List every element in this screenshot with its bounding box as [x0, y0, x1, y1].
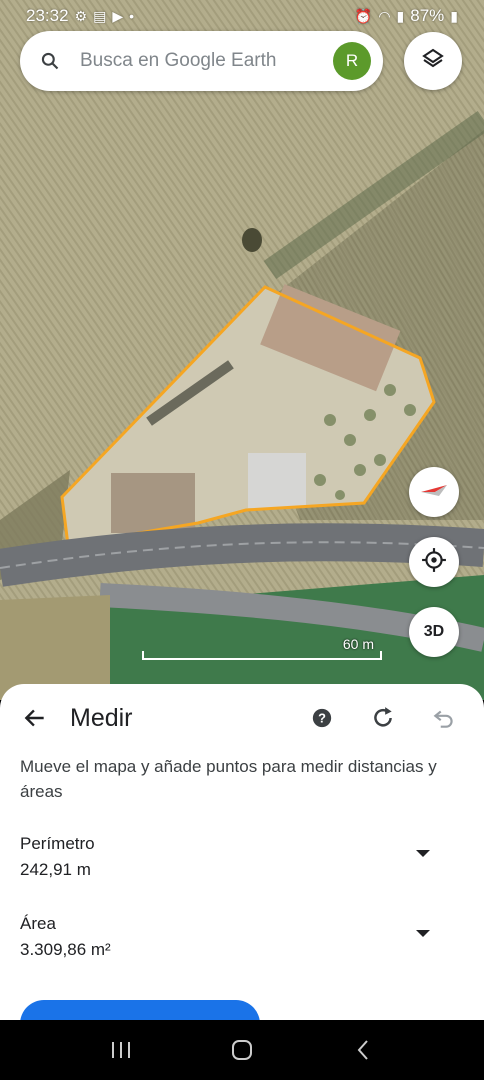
dot-icon: • [129, 8, 135, 24]
search-bar[interactable]: Busca en Google Earth R [20, 31, 383, 91]
home-button[interactable] [222, 1030, 262, 1070]
navigation-bar [0, 1020, 484, 1080]
redo-button[interactable] [363, 698, 403, 738]
compass-icon [419, 480, 449, 505]
youtube-icon: ▶ [112, 7, 124, 24]
recent-apps-button[interactable] [101, 1030, 141, 1070]
area-row[interactable]: Área 3.309,86 m² [20, 914, 464, 960]
3d-toggle-button[interactable]: 3D [409, 607, 459, 657]
layers-button[interactable] [404, 32, 462, 90]
search-icon[interactable] [20, 51, 80, 71]
scale-line [142, 651, 382, 660]
compass-button[interactable] [409, 467, 459, 517]
sheet-title: Medir [70, 703, 133, 732]
layers-icon [421, 47, 445, 76]
scale-bar: 60 m [142, 636, 382, 660]
map-view[interactable]: 23:32 ⚙ ▤ ▶ • ⏰ ◠ ▮ 87% ▮ Busca en Googl… [0, 0, 484, 700]
notification-icon: ▤ [93, 7, 107, 24]
chevron-down-icon[interactable] [416, 930, 430, 937]
satellite-imagery [0, 0, 484, 700]
alarm-icon: ⏰ [354, 7, 373, 24]
undo-icon [433, 710, 453, 728]
area-label: Área [20, 914, 56, 933]
undo-button[interactable] [424, 698, 464, 738]
perimeter-label: Perímetro [20, 834, 95, 853]
measure-sheet: Medir ? Mueve el mapa y añade puntos par… [0, 684, 484, 1020]
home-icon [231, 1040, 252, 1060]
my-location-button[interactable] [409, 537, 459, 587]
wifi-icon: ◠ [378, 7, 391, 24]
arrow-back-icon [24, 709, 44, 727]
svg-text:?: ? [318, 711, 326, 726]
signal-icon: ▮ [396, 7, 405, 24]
avatar[interactable]: R [333, 42, 371, 80]
status-bar: 23:32 ⚙ ▤ ▶ • ⏰ ◠ ▮ 87% ▮ [0, 0, 484, 32]
battery-level: 87% [410, 6, 445, 25]
perimeter-row[interactable]: Perímetro 242,91 m [20, 834, 464, 880]
system-back-button[interactable] [343, 1030, 383, 1070]
clock: 23:32 [26, 6, 69, 25]
recent-apps-icon [111, 1042, 130, 1058]
help-icon: ? [312, 708, 332, 728]
redo-icon [374, 707, 392, 727]
scale-label: 60 m [342, 636, 374, 652]
sheet-header: Medir ? [0, 684, 484, 752]
search-input[interactable]: Busca en Google Earth [80, 50, 333, 72]
help-button[interactable]: ? [302, 698, 342, 738]
chevron-left-icon [357, 1040, 369, 1060]
back-button[interactable] [20, 703, 50, 733]
battery-icon: ▮ [450, 7, 458, 24]
area-value: 3.309,86 m² [20, 940, 111, 959]
perimeter-value: 242,91 m [20, 860, 91, 879]
chevron-down-icon[interactable] [416, 850, 430, 857]
primary-action-button[interactable] [20, 1000, 260, 1020]
my-location-icon [421, 547, 447, 578]
instructions-text: Mueve el mapa y añade puntos para medir … [20, 757, 437, 801]
settings-icon: ⚙ [74, 7, 88, 24]
